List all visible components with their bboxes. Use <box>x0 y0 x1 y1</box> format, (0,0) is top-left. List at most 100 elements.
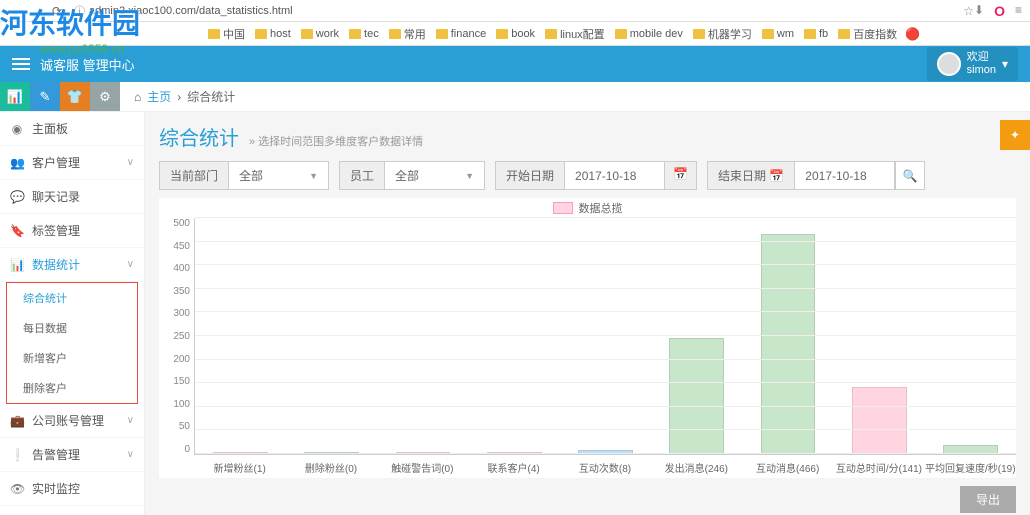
download-icon[interactable]: ⬇ <box>974 3 984 19</box>
sidebar-item-8[interactable]: ⚙系统设置∨ <box>0 506 144 515</box>
x-tick-label: 互动次数(8) <box>559 460 650 478</box>
x-tick-label: 删除粉丝(0) <box>285 460 376 478</box>
employee-select[interactable]: 全部▼ <box>385 161 485 190</box>
x-axis: 新增粉丝(1)删除粉丝(0)触碰警告词(0)联系客户(4)互动次数(8)发出消息… <box>194 460 1016 478</box>
bar[interactable] <box>560 218 651 454</box>
browser-actions: ⬇ O ≡ <box>974 3 1022 19</box>
sidebar-item-7[interactable]: 👁实时监控 <box>0 472 144 506</box>
tool-user-button[interactable]: 👕 <box>60 82 90 111</box>
user-menu[interactable]: 欢迎 simon ▾ <box>927 47 1018 81</box>
bar[interactable] <box>286 218 377 454</box>
home-icon[interactable]: ⌂ <box>134 90 141 104</box>
bookmark-item[interactable]: work <box>301 26 339 42</box>
info-icon: ⓘ <box>74 3 85 19</box>
menu-toggle[interactable] <box>12 58 30 70</box>
sidebar-item-0[interactable]: ◉主面板 <box>0 112 144 146</box>
bookmark-item[interactable]: wm <box>762 26 794 42</box>
filter-bar: 当前部门 全部▼ 员工 全部▼ 开始日期 2017-10-18 📅 结束日期 📅… <box>159 161 1016 190</box>
submenu-item[interactable]: 每日数据 <box>7 313 137 343</box>
back-button[interactable]: ← <box>8 2 26 20</box>
y-axis: 500450400350300250200150100500 <box>159 218 194 473</box>
submenu-item[interactable]: 删除客户 <box>7 373 137 403</box>
x-tick-label: 平均回复速度/秒(19) <box>925 460 1016 478</box>
bookmark-item[interactable]: host <box>255 26 291 42</box>
sidebar-item-5[interactable]: 💼公司账号管理∨ <box>0 404 144 438</box>
page-settings-button[interactable]: ✦ <box>1000 120 1030 150</box>
bar[interactable] <box>742 218 833 454</box>
sidebar-item-1[interactable]: 👥客户管理∨ <box>0 146 144 180</box>
sidebar: ◉主面板👥客户管理∨💬聊天记录🔖标签管理📊数据统计∨综合统计每日数据新增客户删除… <box>0 112 145 515</box>
bookmarks-bar: 河东软件园 www.pc0359.cn 中国hostworktec常用finan… <box>0 22 1030 46</box>
legend-label: 数据总揽 <box>579 200 623 216</box>
plot-area <box>194 218 1016 455</box>
dept-select[interactable]: 全部▼ <box>229 161 329 190</box>
bookmark-star-icon[interactable]: ☆ <box>963 4 974 18</box>
bar[interactable] <box>651 218 742 454</box>
forward-button[interactable]: → <box>28 2 46 20</box>
bookmark-item[interactable]: fb <box>804 26 828 42</box>
bar[interactable] <box>925 218 1016 454</box>
x-tick-label: 发出消息(246) <box>651 460 742 478</box>
legend-swatch <box>553 202 573 214</box>
reload-button[interactable]: ⟳ <box>48 2 66 20</box>
chevron-down-icon: ▾ <box>1002 57 1008 71</box>
sidebar-item-3[interactable]: 🔖标签管理 <box>0 214 144 248</box>
bar[interactable] <box>834 218 925 454</box>
browser-nav-bar: ← → ⟳ ⓘ admin2.xiaoc100.com/data_statist… <box>0 0 1030 22</box>
end-date-label: 结束日期 📅 <box>707 161 795 190</box>
menu-icon[interactable]: ≡ <box>1015 3 1022 19</box>
x-tick-label: 互动总时间/分(141) <box>833 460 924 478</box>
page-title: 综合统计 <box>159 122 239 151</box>
x-tick-label: 新增粉丝(1) <box>194 460 285 478</box>
breadcrumb-home[interactable]: 主页 <box>147 88 171 105</box>
bar[interactable] <box>195 218 286 454</box>
end-date-input[interactable]: 2017-10-18 <box>795 161 895 190</box>
search-button[interactable]: 🔍 <box>895 161 925 190</box>
page-subtitle: » 选择时间范围多维度客户数据详情 <box>249 133 423 149</box>
app-header: 诚客服 管理中心 欢迎 simon ▾ <box>0 46 1030 82</box>
toolbar: 📊 ✎ 👕 ⚙ ⌂ 主页 › 综合统计 <box>0 82 1030 112</box>
brand-title: 诚客服 管理中心 <box>40 55 927 74</box>
chart-legend: 数据总揽 <box>159 198 1016 218</box>
sidebar-item-6[interactable]: ❕告警管理∨ <box>0 438 144 472</box>
bookmark-item[interactable]: tec <box>349 26 379 42</box>
submenu-item[interactable]: 新增客户 <box>7 343 137 373</box>
content-area: ✦ 综合统计 » 选择时间范围多维度客户数据详情 当前部门 全部▼ 员工 全部▼… <box>145 112 1030 515</box>
bookmark-item[interactable]: book <box>496 26 535 42</box>
chart: 数据总揽 500450400350300250200150100500 新增粉丝… <box>159 198 1016 478</box>
tool-stats-button[interactable]: 📊 <box>0 82 30 111</box>
bar[interactable] <box>377 218 468 454</box>
sidebar-item-4[interactable]: 📊数据统计∨ <box>0 248 144 282</box>
x-tick-label: 触碰警告词(0) <box>377 460 468 478</box>
x-tick-label: 互动消息(466) <box>742 460 833 478</box>
tool-edit-button[interactable]: ✎ <box>30 82 60 111</box>
bookmark-item[interactable]: 常用 <box>389 26 426 42</box>
opera-icon[interactable]: O <box>994 3 1005 19</box>
bookmark-item[interactable]: 中国 <box>208 26 245 42</box>
start-date-input[interactable]: 2017-10-18 <box>565 161 665 190</box>
bookmark-item[interactable]: 机器学习 <box>693 26 752 42</box>
start-date-label: 开始日期 <box>495 161 565 190</box>
tool-settings-button[interactable]: ⚙ <box>90 82 120 111</box>
username: simon <box>967 64 996 77</box>
breadcrumb: ⌂ 主页 › 综合统计 <box>120 82 249 111</box>
employee-label: 员工 <box>339 161 385 190</box>
bookmark-item[interactable]: finance <box>436 26 486 42</box>
bookmark-item[interactable]: 百度指数 <box>838 26 897 42</box>
welcome-label: 欢迎 <box>967 51 996 64</box>
avatar <box>937 52 961 76</box>
bookmark-item[interactable]: mobile dev <box>615 26 683 42</box>
submenu: 综合统计每日数据新增客户删除客户 <box>6 282 138 404</box>
x-tick-label: 联系客户(4) <box>468 460 559 478</box>
dept-label: 当前部门 <box>159 161 229 190</box>
bookmark-item[interactable]: linux配置 <box>545 26 605 42</box>
export-button[interactable]: 导出 <box>960 486 1016 513</box>
sidebar-item-2[interactable]: 💬聊天记录 <box>0 180 144 214</box>
calendar-icon[interactable]: 📅 <box>665 161 697 190</box>
weibo-icon[interactable]: 🔴 <box>905 27 920 41</box>
bar[interactable] <box>469 218 560 454</box>
submenu-item[interactable]: 综合统计 <box>7 283 137 313</box>
url-text: admin2.xiaoc100.com/data_statistics.html <box>89 5 293 17</box>
breadcrumb-current: 综合统计 <box>187 88 235 105</box>
url-bar[interactable]: ⓘ admin2.xiaoc100.com/data_statistics.ht… <box>68 1 959 21</box>
